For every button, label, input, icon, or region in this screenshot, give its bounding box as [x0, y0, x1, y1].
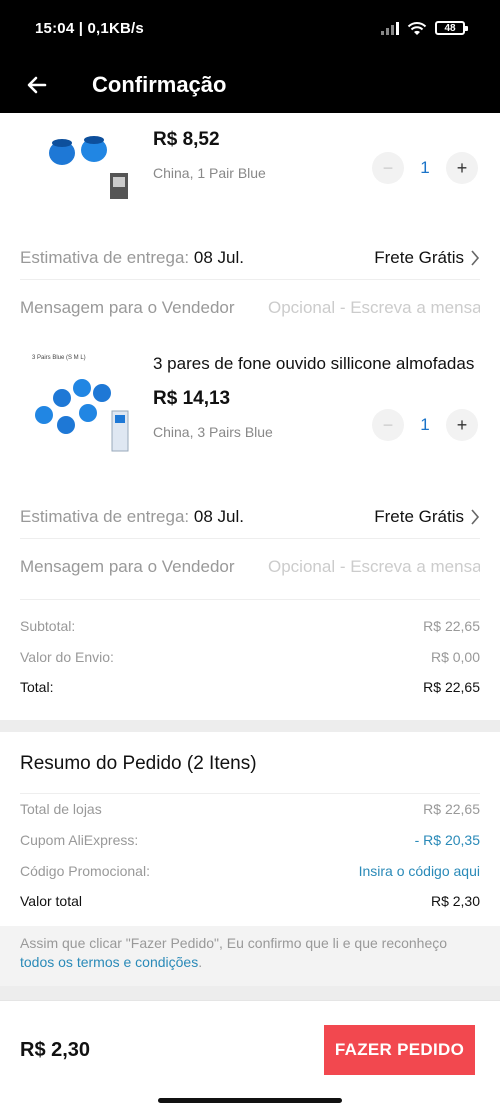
battery-level: 48 — [444, 22, 456, 34]
decrease-button[interactable]: − — [372, 152, 404, 184]
store-total-value: R$ 22,65 — [423, 679, 480, 695]
shipping-cost-row: Valor do Envio: R$ 0,00 — [20, 649, 480, 665]
promo-code-label: Código Promocional: — [20, 863, 150, 879]
divider — [20, 793, 480, 794]
shipping-cost-label: Valor do Envio: — [20, 649, 114, 665]
status-bar: 15:04 | 0,1KB/s 48 — [0, 0, 500, 56]
shipping-label: Frete Grátis — [374, 248, 464, 267]
grand-total-value: R$ 2,30 — [430, 893, 480, 909]
chevron-right-icon — [471, 509, 480, 525]
stores-total-value: R$ 22,65 — [423, 801, 480, 817]
checkout-bar: R$ 2,30 FAZER PEDIDO — [0, 1000, 500, 1111]
delivery-label: Estimativa de entrega: 08 Jul. — [20, 507, 244, 526]
quantity-value: 1 — [420, 415, 430, 434]
back-arrow-icon[interactable] — [22, 70, 52, 100]
checkout-content[interactable]: R$ 8,52 China, 1 Pair Blue − 1 + Estimat… — [0, 113, 500, 1000]
delivery-row[interactable]: Estimativa de entrega: 08 Jul. Frete Grá… — [20, 244, 480, 272]
product-price: R$ 8,52 — [153, 129, 220, 150]
subtotal-label: Subtotal: — [20, 618, 76, 634]
delivery-label: Estimativa de entrega: 08 Jul. — [20, 248, 244, 267]
app-bar: Confirmação — [0, 56, 500, 113]
increase-button[interactable]: + — [446, 152, 478, 184]
divider — [20, 279, 480, 280]
delivery-date: 08 Jul. — [193, 507, 244, 526]
home-indicator[interactable] — [158, 1098, 342, 1103]
place-order-button[interactable]: FAZER PEDIDO — [324, 1025, 475, 1075]
grand-total-row: Valor total R$ 2,30 — [20, 893, 480, 909]
seller-message-label: Mensagem para o Vendedor — [20, 557, 235, 576]
section-separator — [0, 986, 500, 1000]
coupon-value[interactable]: - R$ 20,35 — [415, 832, 480, 848]
store-total-label: Total: — [20, 679, 54, 695]
status-icons: 48 — [381, 20, 468, 36]
grand-total-label: Valor total — [20, 893, 82, 909]
promo-code-link[interactable]: Insira o código aqui — [359, 863, 480, 879]
terms-period: . — [198, 954, 203, 970]
terms-text: Assim que clicar "Fazer Pedido", Eu conf… — [20, 935, 448, 951]
divider — [20, 538, 480, 539]
quantity-stepper: − 1 + — [372, 409, 478, 441]
product-thumbnail[interactable] — [24, 113, 134, 208]
subtotal-row: Subtotal: R$ 22,65 — [20, 618, 480, 634]
shipping-option[interactable]: Frete Grátis — [374, 248, 480, 268]
page-title: Confirmação — [92, 71, 227, 97]
shipping-option[interactable]: Frete Grátis — [374, 507, 480, 527]
seller-message-label: Mensagem para o Vendedor — [20, 298, 235, 317]
seller-message-input[interactable]: Opcional - Escreva a mensagem — [268, 557, 480, 577]
product-name[interactable]: 3 pares de fone ouvido sillicone almofad… — [153, 354, 481, 374]
decrease-button[interactable]: − — [372, 409, 404, 441]
signal-icon — [381, 21, 399, 35]
promo-code-row[interactable]: Código Promocional: Insira o código aqui — [20, 863, 480, 879]
delivery-date: 08 Jul. — [193, 248, 244, 267]
divider — [20, 599, 480, 600]
store-total-row: Total: R$ 22,65 — [20, 679, 480, 695]
shipping-cost-value: R$ 0,00 — [430, 649, 480, 665]
stores-total-label: Total de lojas — [20, 801, 102, 817]
product-variant: China, 1 Pair Blue — [153, 165, 266, 181]
subtotal-value: R$ 22,65 — [423, 618, 480, 634]
coupon-label: Cupom AliExpress: — [20, 832, 139, 848]
seller-message-row[interactable]: Mensagem para o Vendedor Opcional - Escr… — [20, 294, 480, 322]
product-price: R$ 14,13 — [153, 388, 231, 409]
product-variant: China, 3 Pairs Blue — [153, 424, 273, 440]
status-time: 15:04 | 0,1KB/s — [35, 19, 144, 37]
quantity-stepper: − 1 + — [372, 152, 478, 184]
section-separator — [0, 720, 500, 732]
footer-total: R$ 2,30 — [20, 1039, 91, 1061]
delivery-row[interactable]: Estimativa de entrega: 08 Jul. Frete Grá… — [20, 503, 480, 531]
seller-message-input[interactable]: Opcional - Escreva a mensagem — [268, 298, 480, 318]
quantity-value: 1 — [420, 158, 430, 177]
thumbnail-caption: 3 Pairs Blue (S M L) — [32, 355, 86, 361]
terms-notice: Assim que clicar "Fazer Pedido", Eu conf… — [0, 926, 500, 986]
coupon-row[interactable]: Cupom AliExpress: - R$ 20,35 — [20, 832, 480, 848]
battery-icon: 48 — [435, 21, 468, 35]
increase-button[interactable]: + — [446, 409, 478, 441]
order-summary-title: Resumo do Pedido (2 Itens) — [20, 753, 257, 774]
terms-link[interactable]: todos os termos e condições — [20, 954, 198, 970]
product-thumbnail[interactable]: 3 Pairs Blue (S M L) — [24, 343, 134, 453]
seller-message-row[interactable]: Mensagem para o Vendedor Opcional - Escr… — [20, 553, 480, 581]
wifi-icon — [407, 22, 427, 35]
stores-total-row: Total de lojas R$ 22,65 — [20, 801, 480, 817]
shipping-label: Frete Grátis — [374, 507, 464, 526]
chevron-right-icon — [471, 250, 480, 266]
